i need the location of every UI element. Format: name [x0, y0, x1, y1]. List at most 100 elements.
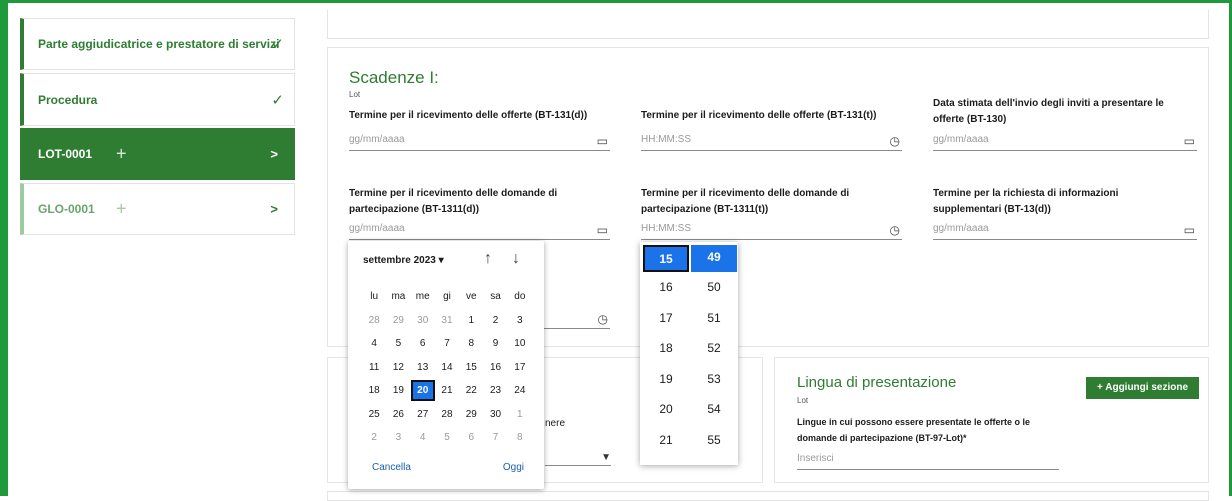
field-label: Termine per il ricevimento delle offerte…: [641, 110, 877, 121]
calendar-day[interactable]: 26: [386, 409, 410, 420]
invitation-date-input[interactable]: gg/mm/aaaa ▭: [933, 131, 1197, 151]
hour-option[interactable]: 18: [643, 333, 689, 364]
calendar-day[interactable]: 24: [508, 385, 532, 396]
sidebar-item-label: Parte aggiudicatrice e prestatore di ser…: [38, 37, 280, 51]
minute-option[interactable]: 50: [691, 272, 737, 303]
calendar-day[interactable]: 9: [483, 338, 507, 349]
plus-icon[interactable]: +: [116, 199, 127, 220]
minute-option[interactable]: 54: [691, 394, 737, 425]
calendar-day[interactable]: 1: [508, 409, 532, 420]
calendar-icon[interactable]: ▭: [1184, 132, 1195, 150]
caret-down-icon[interactable]: ▼: [601, 452, 611, 463]
sidebar-item-procedure[interactable]: Procedura ✓: [20, 73, 295, 126]
calendar-day[interactable]: 29: [459, 409, 483, 420]
calendar-day[interactable]: 15: [459, 362, 483, 373]
input-placeholder: HH:MM:SS: [641, 223, 691, 234]
calendar-day[interactable]: 18: [362, 385, 386, 396]
calendar-icon[interactable]: ▭: [1184, 221, 1195, 239]
calendar-day[interactable]: 29: [386, 315, 410, 326]
weekday-label: lu: [370, 291, 379, 303]
calendar-day[interactable]: 28: [362, 315, 386, 326]
month-select[interactable]: settembre 2023 ▾: [363, 255, 444, 266]
calendar-day[interactable]: 14: [435, 362, 459, 373]
calendar-day-selected[interactable]: 20: [410, 380, 435, 402]
today-button[interactable]: Oggi: [503, 462, 524, 473]
participation-deadline-date-input[interactable]: gg/mm/aaaa ▭: [349, 220, 610, 240]
calendar-day[interactable]: 3: [508, 315, 532, 326]
calendar-day[interactable]: 31: [435, 315, 459, 326]
sidebar-item-lot[interactable]: LOT-0001 + >: [20, 128, 295, 180]
additional-info-date-input[interactable]: gg/mm/aaaa ▭: [933, 220, 1197, 240]
plus-icon: +: [1096, 382, 1106, 393]
calendar-day[interactable]: 21: [435, 385, 459, 396]
calendar-day[interactable]: 5: [435, 432, 459, 443]
calendar-day[interactable]: 12: [386, 362, 410, 373]
add-section-button[interactable]: + Aggiungi sezione: [1086, 377, 1199, 399]
calendar-day[interactable]: 25: [362, 409, 386, 420]
calendar-day[interactable]: 8: [508, 432, 532, 443]
calendar-day[interactable]: 2: [362, 432, 386, 443]
arrow-up-icon[interactable]: ↑: [484, 250, 492, 268]
calendar-day[interactable]: 3: [386, 432, 410, 443]
hour-option[interactable]: 19: [643, 364, 689, 395]
select-input[interactable]: ▼: [545, 452, 611, 466]
tender-deadline-date-input[interactable]: gg/mm/aaaa ▭: [349, 131, 610, 151]
calendar-day[interactable]: 19: [386, 385, 410, 396]
participation-deadline-time-input[interactable]: HH:MM:SS ◷: [641, 220, 902, 240]
minute-option-selected[interactable]: 49: [691, 245, 737, 272]
sidebar-item-contracting-party[interactable]: Parte aggiudicatrice e prestatore di ser…: [20, 18, 295, 70]
field-label: Termine per il ricevimento delle offerte…: [349, 110, 588, 121]
calendar-day[interactable]: 8: [459, 338, 483, 349]
hour-option-selected[interactable]: 15: [643, 245, 689, 272]
arrow-down-icon[interactable]: ↓: [512, 250, 520, 268]
hour-option[interactable]: 16: [643, 272, 689, 303]
tender-deadline-time-input[interactable]: HH:MM:SS ◷: [641, 131, 902, 151]
clock-icon[interactable]: ◷: [890, 132, 900, 150]
month-label: settembre 2023: [363, 255, 436, 266]
plus-icon[interactable]: +: [116, 144, 127, 165]
languages-input[interactable]: Inserisci: [797, 450, 1059, 470]
calendar-day[interactable]: 17: [508, 362, 532, 373]
calendar-day[interactable]: 30: [411, 315, 435, 326]
calendar-grid: lu ma me gi ve sa do 28 29 30 31 1 2 3 4…: [362, 285, 532, 450]
calendar-day[interactable]: 13: [411, 362, 435, 373]
calendar-day[interactable]: 7: [435, 338, 459, 349]
calendar-day[interactable]: 23: [483, 385, 507, 396]
minute-option[interactable]: 51: [691, 303, 737, 334]
calendar-day[interactable]: 30: [483, 409, 507, 420]
minute-option[interactable]: 55: [691, 425, 737, 456]
minute-option[interactable]: 52: [691, 333, 737, 364]
timepicker-popup: 15 16 17 18 19 20 21 49 50 51 52 53 54 5…: [640, 242, 738, 465]
field-label-fragment: nere: [545, 418, 566, 429]
calendar-day[interactable]: 1: [459, 315, 483, 326]
clock-icon[interactable]: ◷: [598, 310, 608, 328]
add-section-label: Aggiungi sezione: [1105, 382, 1189, 393]
hour-option[interactable]: 17: [643, 303, 689, 334]
calendar-day[interactable]: 11: [362, 362, 386, 373]
cancel-button[interactable]: Cancella: [372, 462, 411, 473]
calendar-day[interactable]: 2: [483, 315, 507, 326]
hour-option[interactable]: 21: [643, 425, 689, 456]
calendar-day[interactable]: 7: [483, 432, 507, 443]
calendar-day[interactable]: 6: [411, 338, 435, 349]
calendar-day[interactable]: 28: [435, 409, 459, 420]
calendar-icon[interactable]: ▭: [597, 132, 608, 150]
minute-option[interactable]: 53: [691, 364, 737, 395]
calendar-day[interactable]: 22: [459, 385, 483, 396]
hour-option[interactable]: 20: [643, 394, 689, 425]
calendar-day[interactable]: 16: [483, 362, 507, 373]
section-title: Scadenze I:: [349, 68, 439, 87]
weekday-label: do: [514, 291, 526, 303]
calendar-day[interactable]: 6: [459, 432, 483, 443]
calendar-day[interactable]: 5: [386, 338, 410, 349]
calendar-icon[interactable]: ▭: [597, 221, 608, 239]
weekday-label: ve: [465, 291, 477, 303]
calendar-day[interactable]: 10: [508, 338, 532, 349]
clock-icon[interactable]: ◷: [890, 221, 900, 239]
sidebar-item-glo[interactable]: GLO-0001 + >: [20, 183, 295, 235]
next-section-card: [327, 491, 1209, 501]
calendar-day[interactable]: 4: [411, 432, 435, 443]
calendar-day[interactable]: 4: [362, 338, 386, 349]
field-label: Termine per il ricevimento delle domande…: [641, 188, 850, 215]
calendar-day[interactable]: 27: [411, 409, 435, 420]
